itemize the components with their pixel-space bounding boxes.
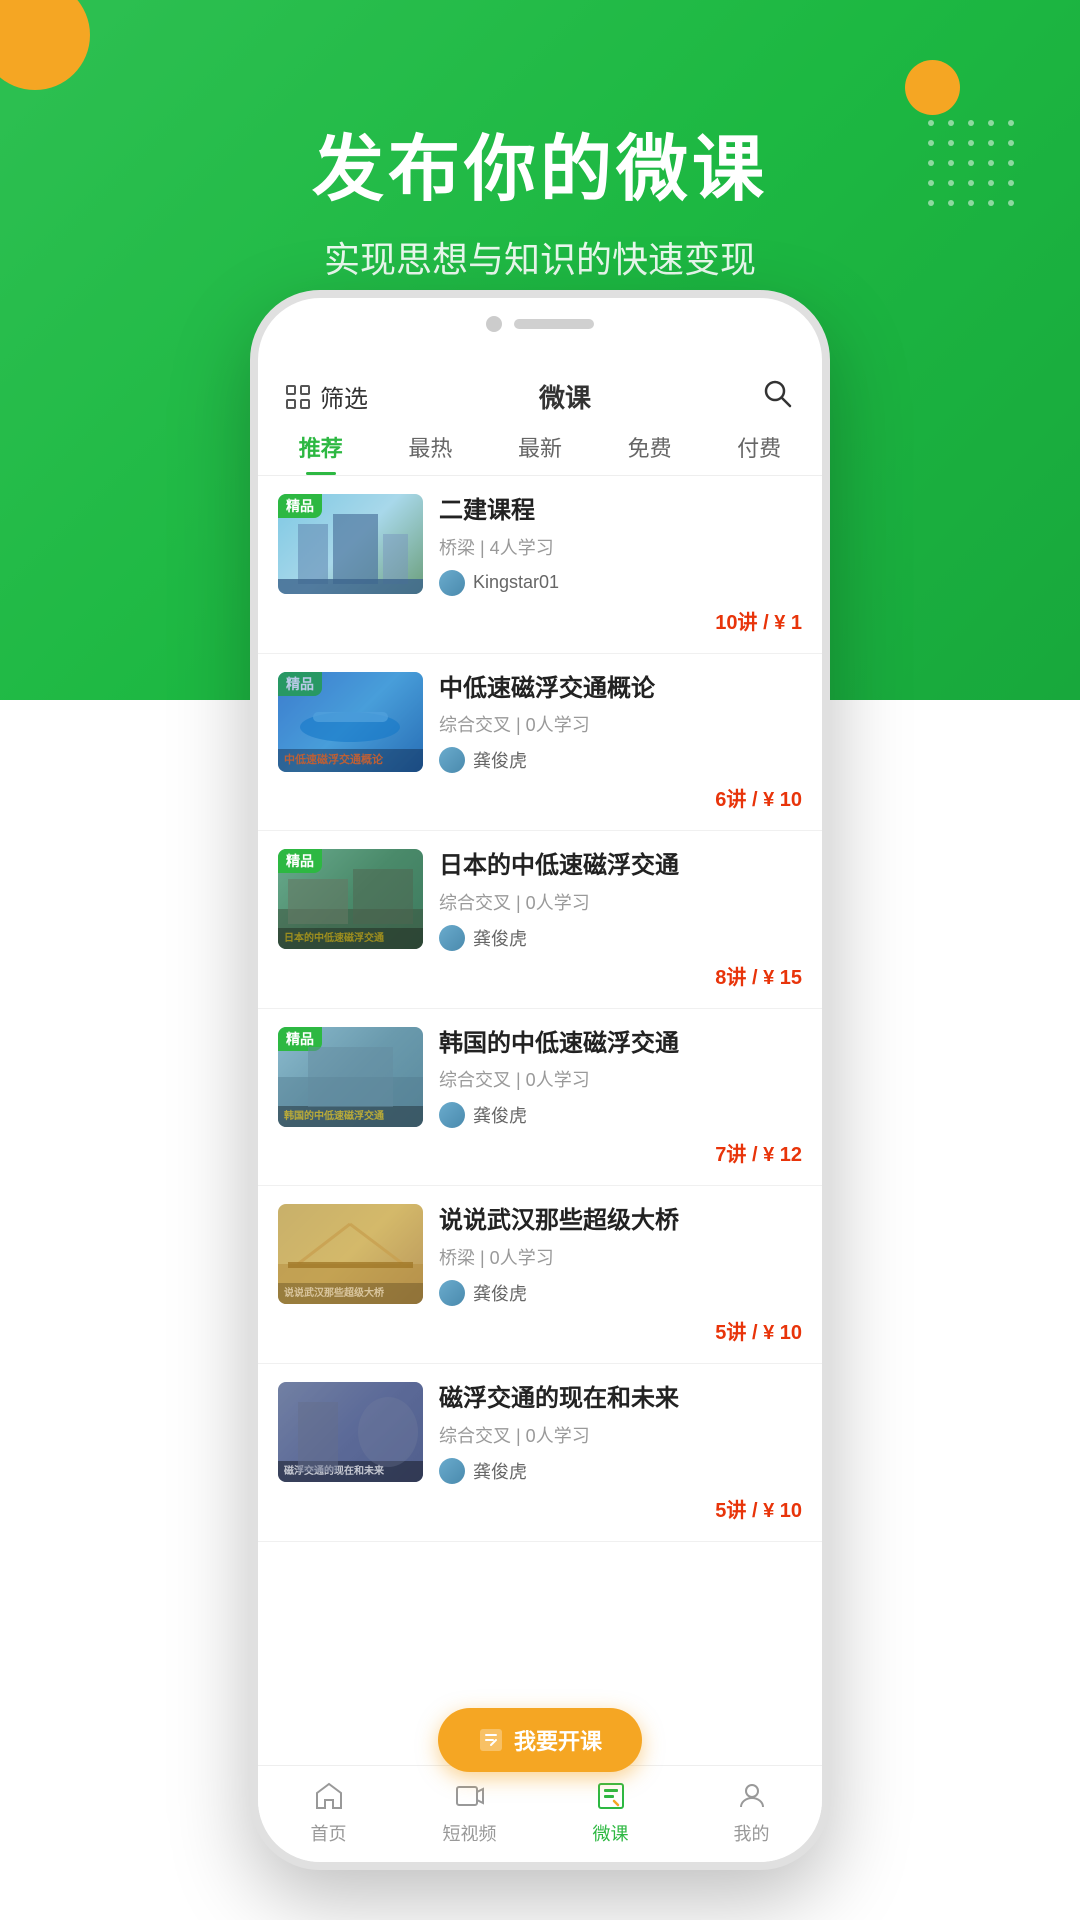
course-info: 磁浮交通的现在和未来 综合交叉 | 0人学习 龚俊虎 5讲 / ¥ 10 — [439, 1382, 802, 1523]
phone-body: 筛选 微课 推荐 最热 最新 免费 付费 — [250, 290, 830, 1870]
course-thumbnail: 精品 — [278, 494, 423, 594]
header-subtitle: 实现思想与知识的快速变现 — [0, 231, 1080, 283]
nav-label-video: 短视频 — [443, 1820, 497, 1846]
author-name: 龚俊虎 — [473, 747, 527, 773]
course-name: 日本的中低速磁浮交通 — [439, 849, 802, 883]
grid-icon — [286, 385, 310, 409]
course-info: 韩国的中低速磁浮交通 综合交叉 | 0人学习 龚俊虎 7讲 / ¥ 12 — [439, 1027, 802, 1168]
list-item[interactable]: 精品 日本的中低速磁浮交通 日本的中低速磁浮交通 综合交叉 | 0人学习 — [258, 831, 822, 1009]
book-icon — [593, 1778, 629, 1814]
course-price: 10讲 / ¥ 1 — [439, 606, 802, 635]
author-name: 龚俊虎 — [473, 1458, 527, 1484]
author-name: 龚俊虎 — [473, 1280, 527, 1306]
tab-hot[interactable]: 最热 — [376, 415, 486, 475]
nav-item-mine[interactable]: 我的 — [681, 1778, 822, 1846]
course-list: 精品 二建课程 桥梁 | 4人学习 — [258, 476, 822, 1765]
course-thumbnail: 精品 韩国的中低速磁浮交通 — [278, 1027, 423, 1127]
course-meta: 桥梁 | 4人学习 — [439, 534, 802, 560]
course-price: 8讲 / ¥ 15 — [439, 961, 802, 990]
course-author: 龚俊虎 — [439, 1458, 802, 1484]
course-thumbnail: 精品 日本的中低速磁浮交通 — [278, 849, 423, 949]
badge-premium: 精品 — [278, 494, 322, 518]
course-name: 中低速磁浮交通概论 — [439, 672, 802, 706]
course-info: 说说武汉那些超级大桥 桥梁 | 0人学习 龚俊虎 5讲 / ¥ 10 — [439, 1204, 802, 1345]
course-price: 5讲 / ¥ 10 — [439, 1494, 802, 1523]
page-title: 微课 — [539, 378, 591, 415]
course-author: 龚俊虎 — [439, 925, 802, 951]
phone-notch — [486, 316, 594, 332]
course-author: 龚俊虎 — [439, 1102, 802, 1128]
filter-button[interactable]: 筛选 — [286, 379, 368, 414]
course-price: 6讲 / ¥ 10 — [439, 783, 802, 812]
author-name: 龚俊虎 — [473, 1102, 527, 1128]
avatar — [439, 747, 465, 773]
list-item[interactable]: 精品 二建课程 桥梁 | 4人学习 — [258, 476, 822, 654]
avatar — [439, 925, 465, 951]
list-item[interactable]: 精品 中低速磁浮交通概论 中低速磁浮交通概论 综合交叉 | 0人学习 — [258, 654, 822, 832]
start-course-label: 我要开课 — [514, 1724, 602, 1756]
tab-paid[interactable]: 付费 — [704, 415, 814, 475]
course-author: 龚俊虎 — [439, 1280, 802, 1306]
course-meta: 综合交叉 | 0人学习 — [439, 1066, 802, 1092]
tab-bar: 推荐 最热 最新 免费 付费 — [258, 415, 822, 476]
avatar — [439, 1458, 465, 1484]
search-button[interactable] — [762, 378, 794, 415]
nav-label-home: 首页 — [311, 1820, 347, 1846]
course-info: 中低速磁浮交通概论 综合交叉 | 0人学习 龚俊虎 6讲 / ¥ 10 — [439, 672, 802, 813]
course-author: 龚俊虎 — [439, 747, 802, 773]
course-thumbnail: 精品 中低速磁浮交通概论 — [278, 672, 423, 772]
avatar — [439, 570, 465, 596]
phone-content: 筛选 微课 推荐 最热 最新 免费 付费 — [258, 358, 822, 1862]
nav-item-micro[interactable]: 微课 — [540, 1778, 681, 1846]
user-icon — [734, 1778, 770, 1814]
list-item[interactable]: 精品 韩国的中低速磁浮交通 韩国的中低速磁浮交通 综合交叉 | 0人学习 龚俊虎 — [258, 1009, 822, 1187]
course-name: 说说武汉那些超级大桥 — [439, 1204, 802, 1238]
nav-item-video[interactable]: 短视频 — [399, 1778, 540, 1846]
header: 发布你的微课 实现思想与知识的快速变现 — [0, 110, 1080, 283]
course-info: 二建课程 桥梁 | 4人学习 Kingstar01 10讲 / ¥ 1 — [439, 494, 802, 635]
author-name: 龚俊虎 — [473, 925, 527, 951]
tab-recommend[interactable]: 推荐 — [266, 415, 376, 475]
course-price: 7讲 / ¥ 12 — [439, 1138, 802, 1167]
nav-label-mine: 我的 — [734, 1820, 770, 1846]
camera-icon — [486, 316, 502, 332]
start-course-button[interactable]: 我要开课 — [438, 1708, 642, 1772]
list-item[interactable]: 说说武汉那些超级大桥 说说武汉那些超级大桥 桥梁 | 0人学习 — [258, 1186, 822, 1364]
home-icon — [311, 1778, 347, 1814]
author-name: Kingstar01 — [473, 572, 559, 593]
course-author: Kingstar01 — [439, 570, 802, 596]
avatar — [439, 1280, 465, 1306]
course-meta: 综合交叉 | 0人学习 — [439, 1422, 802, 1448]
course-meta: 桥梁 | 0人学习 — [439, 1244, 802, 1270]
course-info: 日本的中低速磁浮交通 综合交叉 | 0人学习 龚俊虎 8讲 / ¥ 15 — [439, 849, 802, 990]
course-name: 磁浮交通的现在和未来 — [439, 1382, 802, 1416]
phone-frame: 筛选 微课 推荐 最热 最新 免费 付费 — [250, 290, 830, 1870]
top-bar: 筛选 微课 — [258, 358, 822, 415]
list-item[interactable]: 磁浮交通的现在和未来 磁浮交通的现在和未来 综合交叉 | 0人学习 龚俊虎 — [258, 1364, 822, 1542]
speaker — [514, 319, 594, 329]
bottom-navigation: 首页 短视频 — [258, 1765, 822, 1862]
decoration-circle-right — [905, 60, 960, 115]
tab-free[interactable]: 免费 — [595, 415, 705, 475]
course-thumbnail: 磁浮交通的现在和未来 — [278, 1382, 423, 1482]
course-name: 韩国的中低速磁浮交通 — [439, 1027, 802, 1061]
video-icon — [452, 1778, 488, 1814]
header-title: 发布你的微课 — [0, 110, 1080, 215]
nav-item-home[interactable]: 首页 — [258, 1778, 399, 1846]
tab-latest[interactable]: 最新 — [485, 415, 595, 475]
course-price: 5讲 / ¥ 10 — [439, 1316, 802, 1345]
course-thumbnail: 说说武汉那些超级大桥 — [278, 1204, 423, 1304]
nav-label-micro: 微课 — [593, 1820, 629, 1846]
course-meta: 综合交叉 | 0人学习 — [439, 711, 802, 737]
filter-label: 筛选 — [320, 379, 368, 414]
course-name: 二建课程 — [439, 494, 802, 528]
avatar — [439, 1102, 465, 1128]
course-meta: 综合交叉 | 0人学习 — [439, 889, 802, 915]
